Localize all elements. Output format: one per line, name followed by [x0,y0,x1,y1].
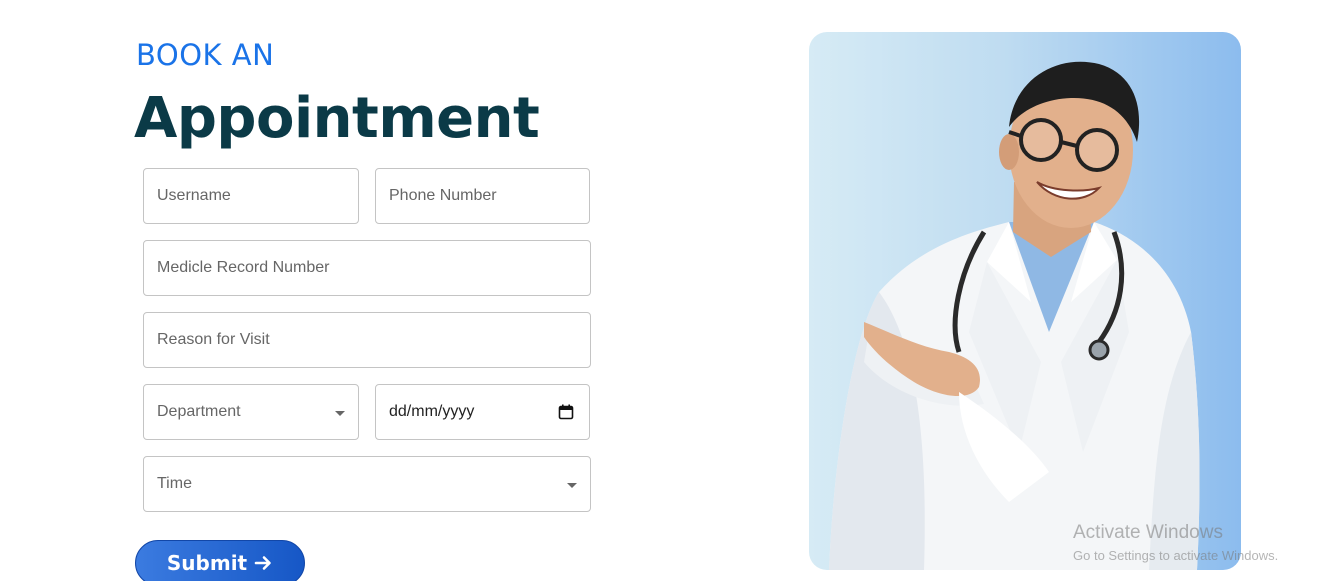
medical-record-field[interactable]: Medicle Record Number [143,240,591,296]
phone-number-field[interactable]: Phone Number [375,168,590,224]
username-field[interactable]: Username [143,168,359,224]
date-field[interactable]: dd/mm/yyyy [375,384,590,440]
watermark-title: Activate Windows [1073,522,1223,543]
arrow-right-icon [254,556,271,570]
phone-number-placeholder: Phone Number [389,187,497,204]
date-value: dd/mm/yyyy [389,403,475,420]
username-placeholder: Username [157,187,231,204]
time-select[interactable]: Time [143,456,591,512]
page-title: Appointment [134,86,540,151]
doctor-illustration [829,61,1200,570]
activate-windows-watermark: Activate Windows Go to Settings to activ… [1073,522,1278,563]
appointment-page: BOOK AN Appointment Username Phone Numbe… [0,0,1340,581]
medical-record-placeholder: Medicle Record Number [157,259,330,276]
chevron-down-icon [335,411,345,416]
submit-button[interactable]: Submit [135,540,305,581]
watermark-subtitle: Go to Settings to activate Windows. [1073,548,1279,563]
time-placeholder: Time [157,475,192,492]
doctor-photo [809,32,1241,570]
reason-for-visit-field[interactable]: Reason for Visit [143,312,591,368]
chevron-down-icon [567,483,577,488]
reason-placeholder: Reason for Visit [157,331,270,348]
section-kicker: BOOK AN [136,38,275,72]
calendar-icon[interactable] [558,404,574,420]
department-placeholder: Department [157,403,241,420]
department-select[interactable]: Department [143,384,359,440]
submit-label: Submit [166,551,248,575]
